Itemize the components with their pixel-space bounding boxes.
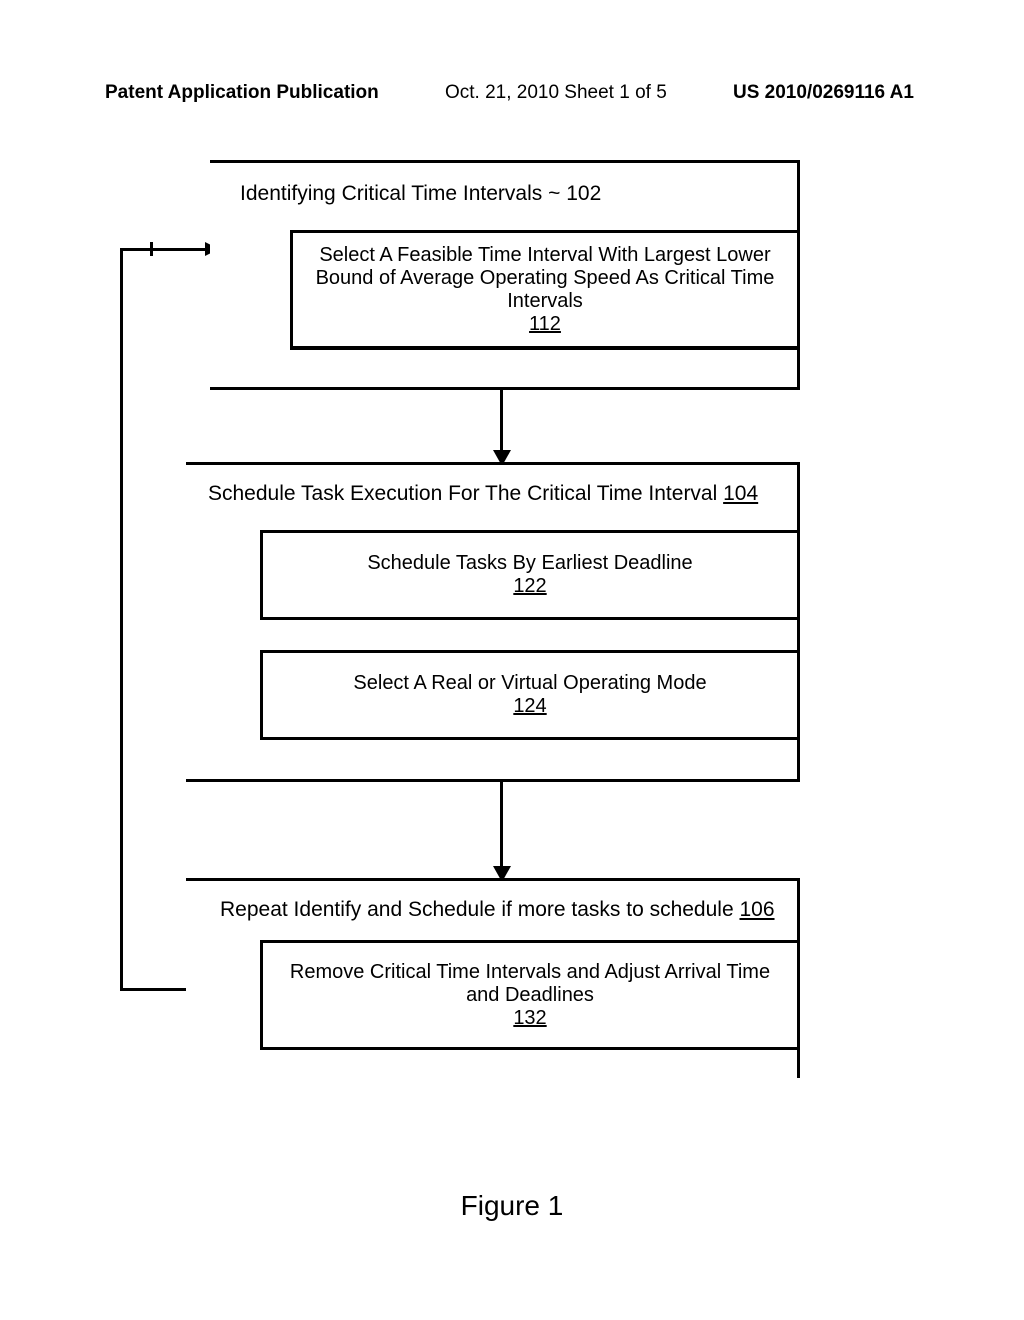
substep-text: Remove Critical Time Intervals and Adjus… [275,961,785,1007]
substep-earliest-deadline: Schedule Tasks By Earliest Deadline 122 [260,530,800,620]
substep-ref: 122 [513,575,546,598]
step-repeat-title-ref: 106 [739,898,774,921]
header-publication-number: US 2010/0269116 A1 [733,82,914,104]
substep-ref: 132 [513,1007,546,1030]
step-repeat-title-text: Repeat Identify and Schedule if more tas… [220,898,734,921]
connector-2 [500,782,503,876]
substep-select-mode: Select A Real or Virtual Operating Mode … [260,650,800,740]
header-date-sheet: Oct. 21, 2010 Sheet 1 of 5 [445,82,667,104]
page-header: Patent Application Publication Oct. 21, … [0,82,1024,104]
substep-text: Select A Real or Virtual Operating Mode [353,672,706,695]
feedback-tick [150,242,153,256]
step-repeat-title: Repeat Identify and Schedule if more tas… [220,898,800,922]
substep-ref: 124 [513,695,546,718]
step-schedule-title-text: Schedule Task Execution For The Critical… [208,482,717,505]
substep-remove-adjust: Remove Critical Time Intervals and Adjus… [260,940,800,1050]
header-publication-type: Patent Application Publication [105,82,379,104]
feedback-connector-bottom [120,988,188,991]
substep-ref: 112 [529,313,561,336]
step-identify-title: Identifying Critical Time Intervals ~ 10… [240,182,601,206]
step-schedule-title: Schedule Task Execution For The Critical… [208,482,798,506]
substep-text: Schedule Tasks By Earliest Deadline [367,552,692,575]
substep-text: Select A Feasible Time Interval With Lar… [305,244,785,313]
figure-label: Figure 1 [0,1190,1024,1222]
step-schedule-title-ref: 104 [723,482,758,505]
substep-select-feasible-interval: Select A Feasible Time Interval With Lar… [290,230,800,350]
feedback-connector-top [120,248,212,251]
feedback-connector-vertical [120,248,123,990]
